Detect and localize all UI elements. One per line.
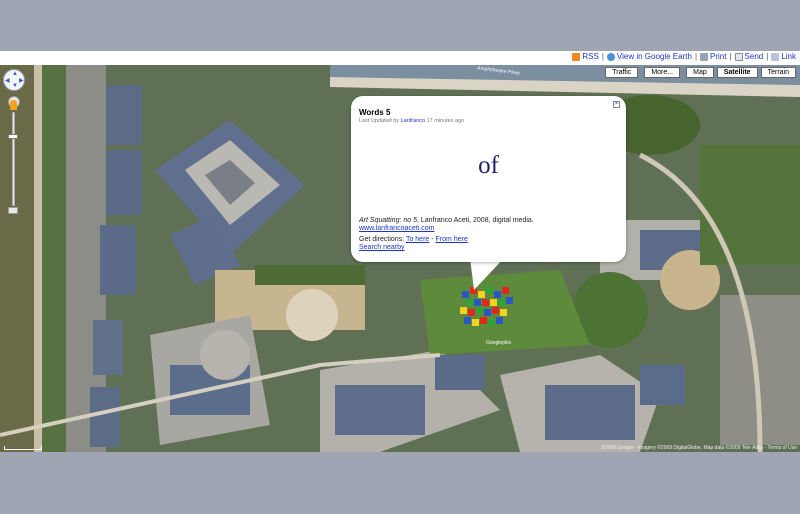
scale-bar [4, 446, 42, 450]
author-link[interactable]: Lanfranco [401, 118, 425, 124]
map-type-group: Map Satellite Terrain [686, 67, 796, 78]
send-label: Send [744, 52, 764, 61]
map-copyright: ©2009 Google - Imagery ©2009 DigitalGlob… [601, 445, 797, 451]
google-earth-icon [606, 52, 615, 61]
earth-label: View in Google Earth [616, 52, 692, 61]
separator: | [694, 52, 698, 61]
place-label: Googleplex [486, 340, 512, 346]
search-nearby-link[interactable]: Search nearby [359, 244, 405, 251]
link-label: Link [781, 52, 796, 61]
artwork-description: Art Squatting: no 5, Lanfranco Aceti, 20… [359, 217, 534, 224]
pan-right-icon[interactable]: ▶ [19, 77, 24, 84]
pan-down-icon[interactable]: ▼ [12, 83, 18, 89]
featured-word: of [478, 152, 499, 179]
to-here-link[interactable]: To here [406, 236, 429, 243]
map-type-controls: Traffic More... Map Satellite Terrain [605, 67, 796, 78]
pan-control[interactable]: ▲ ◀ ▶ ▼ [3, 69, 25, 91]
separator: | [766, 52, 769, 61]
last-updated: Last Updated by Lanfranco 17 minutes ago [359, 118, 464, 124]
rss-link[interactable]: RSS [572, 52, 599, 61]
chain-link-icon [771, 52, 780, 61]
rss-icon [572, 52, 581, 61]
rss-label: RSS [582, 52, 599, 61]
info-window-title: Words 5 [359, 108, 391, 117]
print-label: Print [710, 52, 727, 61]
separator: | [601, 52, 604, 61]
updated-suffix: 17 minutes ago [425, 118, 465, 124]
map-toolbar: RSS | View in Google Earth | Print | Sen… [0, 51, 800, 65]
pan-left-icon[interactable]: ◀ [5, 77, 10, 84]
toolbar-links: RSS | View in Google Earth | Print | Sen… [572, 52, 796, 61]
terrain-button[interactable]: Terrain [760, 67, 796, 78]
info-window: × Words 5 Last Updated by Lanfranco 17 m… [351, 96, 626, 262]
send-link[interactable]: Send [734, 52, 764, 61]
zoom-out-button[interactable] [8, 207, 18, 214]
website-link[interactable]: www.lanfrancoaceti.com [359, 225, 434, 232]
directions-row: Get directions: To here - From here [359, 236, 468, 243]
map-button[interactable]: Map [686, 67, 714, 78]
from-here-link[interactable]: From here [436, 236, 468, 243]
printer-icon [700, 52, 709, 61]
traffic-button[interactable]: Traffic [605, 67, 639, 78]
directions-label: Get directions: [359, 236, 406, 243]
envelope-icon [734, 52, 743, 61]
zoom-slider[interactable] [12, 112, 15, 206]
zoom-slider-handle[interactable] [8, 134, 18, 139]
link-link[interactable]: Link [771, 52, 796, 61]
separator: | [729, 52, 732, 61]
info-window-tail [470, 258, 504, 290]
artwork-title: Art Squatting: no 5 [359, 217, 417, 224]
satellite-button[interactable]: Satellite [716, 67, 758, 78]
print-link[interactable]: Print [700, 52, 726, 61]
artwork-credit: , Lanfranco Aceti, 2008, digital media. [416, 217, 534, 224]
more-button[interactable]: More... [644, 67, 681, 78]
view-in-google-earth-link[interactable]: View in Google Earth [606, 52, 692, 61]
pegman-icon[interactable] [10, 100, 17, 110]
updated-prefix: Last Updated by [359, 118, 401, 124]
close-icon[interactable]: × [613, 101, 620, 108]
pan-up-icon[interactable]: ▲ [12, 71, 18, 77]
